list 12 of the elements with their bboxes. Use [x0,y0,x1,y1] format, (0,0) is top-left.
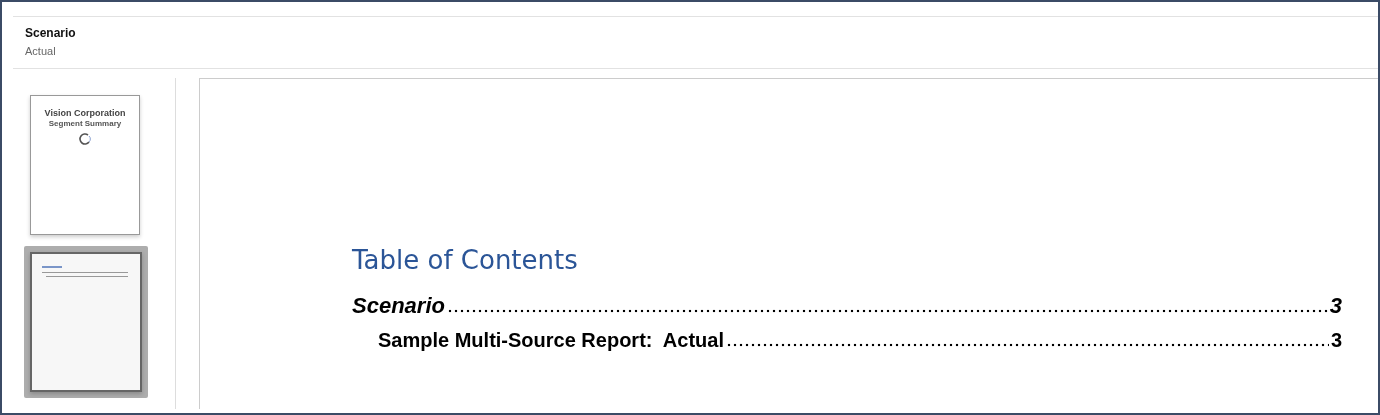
cover-subtitle: Segment Summary [48,119,122,128]
toc-entry-title: Scenario [352,293,445,319]
page-thumbnail[interactable]: Vision Corporation Segment Summary [30,95,140,235]
toc-entry-title: Sample Multi-Source Report: Actual [378,329,724,352]
section-title: Scenario [25,25,77,41]
toc-page-number: 3 [1329,293,1342,319]
toc-heading: Table of Contents [352,244,579,277]
section-value: Actual [25,44,57,59]
page-thumbnail[interactable] [24,246,148,398]
toc-page-number: 3 [1330,329,1342,352]
logo-icon [78,132,92,146]
cover-title: Vision Corporation [44,108,126,118]
